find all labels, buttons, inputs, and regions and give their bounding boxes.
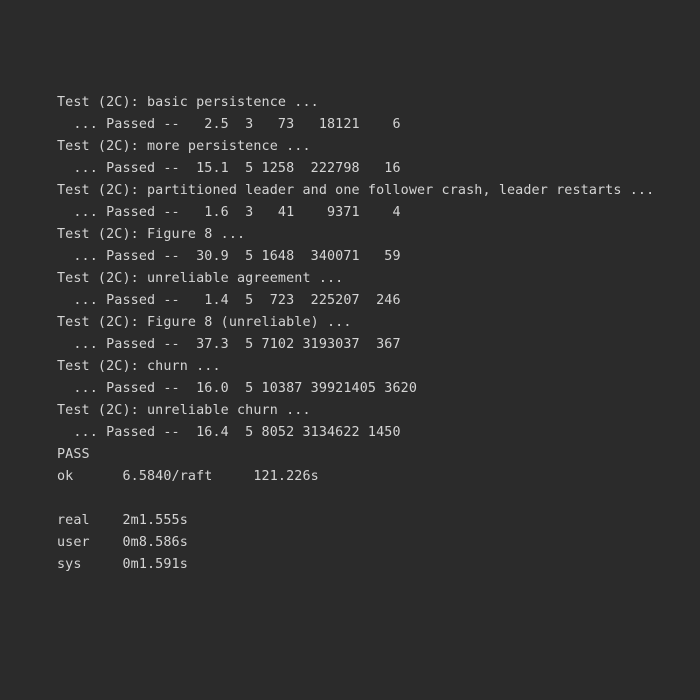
test-result-line: ... Passed -- 37.3 5 7102 3193037 367 bbox=[57, 337, 401, 352]
package-ok-line: ok 6.5840/raft 121.226s bbox=[57, 469, 319, 484]
test-header-line: Test (2C): basic persistence ... bbox=[57, 95, 319, 110]
test-result-line: ... Passed -- 2.5 3 73 18121 6 bbox=[57, 117, 401, 132]
test-result-line: ... Passed -- 30.9 5 1648 340071 59 bbox=[57, 249, 401, 264]
test-header-line: Test (2C): unreliable churn ... bbox=[57, 403, 311, 418]
test-header-line: Test (2C): Figure 8 (unreliable) ... bbox=[57, 315, 352, 330]
test-header-line: Test (2C): churn ... bbox=[57, 359, 221, 374]
test-result-line: ... Passed -- 1.4 5 723 225207 246 bbox=[57, 293, 401, 308]
timing-real-line: real 2m1.555s bbox=[57, 513, 188, 528]
timing-user-line: user 0m8.586s bbox=[57, 535, 188, 550]
test-result-line: ... Passed -- 16.0 5 10387 39921405 3620 bbox=[57, 381, 418, 396]
terminal-window[interactable]: Test (2C): basic persistence ... ... Pas… bbox=[0, 0, 700, 700]
test-result-line: ... Passed -- 16.4 5 8052 3134622 1450 bbox=[57, 425, 401, 440]
pass-verdict-line: PASS bbox=[57, 447, 90, 462]
test-header-line: Test (2C): more persistence ... bbox=[57, 139, 311, 154]
test-result-line: ... Passed -- 15.1 5 1258 222798 16 bbox=[57, 161, 401, 176]
timing-sys-line: sys 0m1.591s bbox=[57, 557, 188, 572]
test-header-line: Test (2C): partitioned leader and one fo… bbox=[57, 183, 655, 198]
terminal-output[interactable]: Test (2C): basic persistence ... ... Pas… bbox=[57, 92, 700, 576]
test-header-line: Test (2C): Figure 8 ... bbox=[57, 227, 246, 242]
test-header-line: Test (2C): unreliable agreement ... bbox=[57, 271, 344, 286]
test-result-line: ... Passed -- 1.6 3 41 9371 4 bbox=[57, 205, 401, 220]
